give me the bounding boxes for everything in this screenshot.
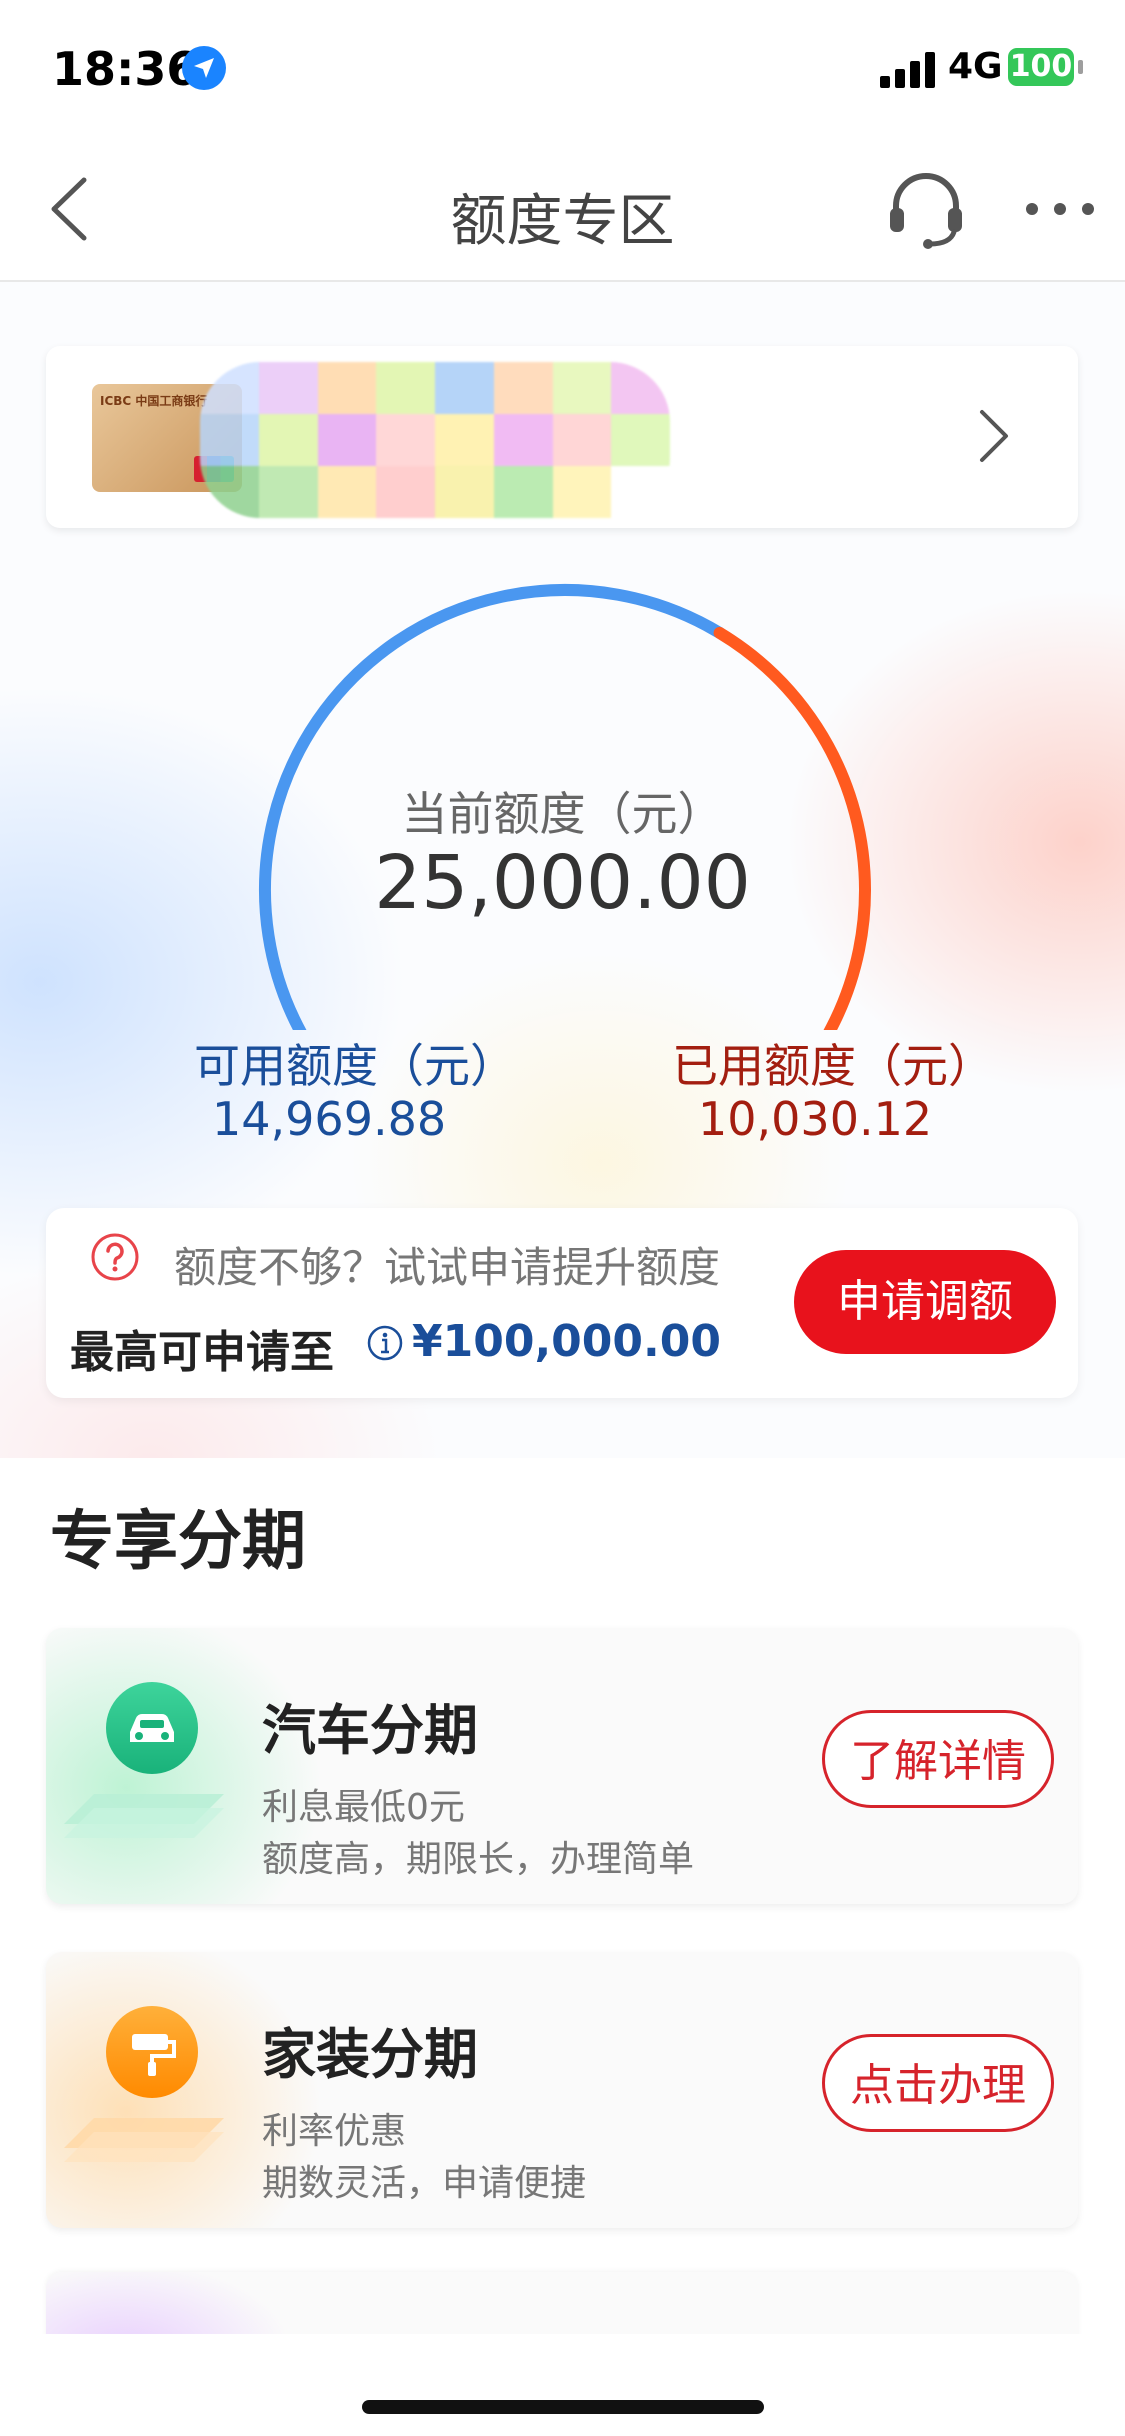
battery-tip — [1078, 60, 1083, 74]
raise-limit-card: 额度不够？试试申请提升额度 最高可申请至 ¥100,000.00 申请调额 — [46, 1208, 1078, 1398]
current-limit-value: 25,000.00 — [374, 840, 751, 926]
apply-now-button[interactable]: 点击办理 — [822, 2034, 1054, 2132]
info-circle-icon[interactable] — [366, 1324, 404, 1362]
home-indicator-area — [0, 2334, 1125, 2436]
installment-desc-1: 利率优惠 — [262, 2111, 407, 2152]
used-limit-value: 10,030.12 — [698, 1092, 933, 1146]
location-arrow-icon — [182, 46, 226, 90]
signal-bars-icon — [880, 52, 935, 88]
platform-graphic — [64, 1794, 224, 1838]
installment-card-car[interactable]: 汽车分期 利息最低0元 额度高，期限长，办理简单 了解详情 — [46, 1628, 1078, 1904]
installment-name: 汽车分期 — [262, 1699, 478, 1762]
platform-graphic — [64, 2118, 224, 2162]
installment-name: 家装分期 — [262, 2023, 478, 2086]
max-apply-value: ¥100,000.00 — [412, 1316, 721, 1367]
apply-adjust-button[interactable]: 申请调额 — [794, 1250, 1056, 1354]
masked-card-info — [200, 362, 670, 518]
used-limit-label: 已用额度（元） — [672, 1039, 994, 1093]
customer-service-headset-icon[interactable] — [888, 170, 964, 250]
chevron-right-icon — [980, 410, 1008, 462]
home-indicator[interactable] — [362, 2400, 764, 2414]
more-dots-icon[interactable] — [1024, 194, 1096, 224]
card-selector[interactable]: ICBC 中国工商银行 — [46, 346, 1078, 528]
current-limit-label: 当前额度（元） — [401, 787, 724, 841]
raise-tip-text: 额度不够？试试申请提升额度 — [174, 1243, 721, 1292]
installment-card-partial[interactable] — [46, 2272, 1078, 2342]
question-circle-icon[interactable] — [90, 1232, 140, 1282]
installment-desc-2: 额度高，期限长，办理简单 — [262, 1839, 695, 1880]
installment-card-home-decoration[interactable]: 家装分期 利率优惠 期数灵活，申请便捷 点击办理 — [46, 1952, 1078, 2228]
status-time: 18:36 — [52, 42, 199, 96]
card-glow — [46, 2272, 346, 2342]
status-bar: 18:36 4G 100 — [0, 0, 1125, 140]
card-brand: ICBC 中国工商银行 — [100, 394, 208, 408]
paint-roller-icon — [106, 2006, 198, 2098]
nav-bar: 额度专区 — [0, 140, 1125, 282]
battery-icon: 100 — [1008, 48, 1074, 86]
available-limit-value: 14,969.88 — [212, 1092, 447, 1146]
installment-desc-1: 利息最低0元 — [262, 1787, 465, 1828]
max-apply-label: 最高可申请至 — [70, 1327, 334, 1378]
section-title: 专享分期 — [50, 1505, 306, 1579]
available-limit-label: 可用额度（元） — [194, 1039, 516, 1093]
car-icon — [106, 1682, 198, 1774]
network-type: 4G — [948, 46, 1003, 87]
installment-desc-2: 期数灵活，申请便捷 — [262, 2163, 587, 2204]
learn-more-button[interactable]: 了解详情 — [822, 1710, 1054, 1808]
